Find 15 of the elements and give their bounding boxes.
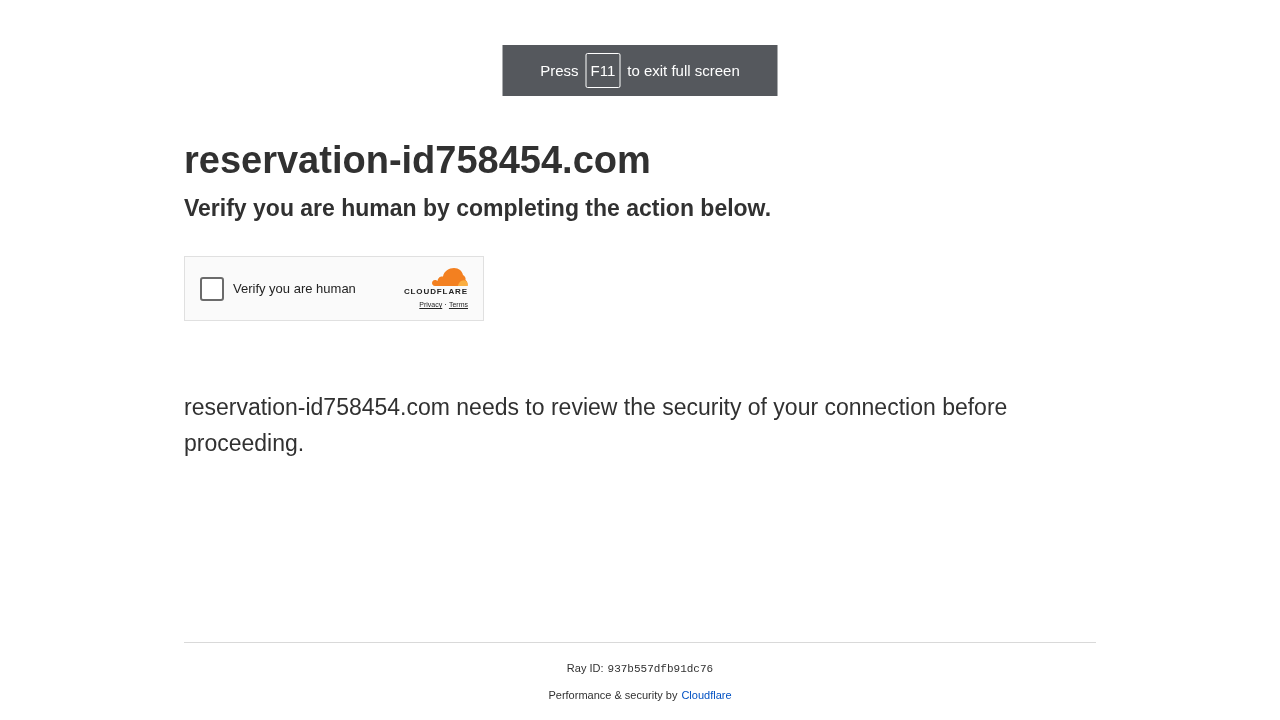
key-label: F11 xyxy=(585,53,621,88)
toast-text: Press xyxy=(540,62,579,79)
ray-id-label: Ray ID: xyxy=(566,661,604,676)
ray-id-value: 937b557dfb91dc76 xyxy=(607,662,714,677)
brand-wordmark: CLOUDFLARE xyxy=(403,287,468,297)
separator-dot: · xyxy=(444,300,447,309)
page-heading: reservation-id758454.com xyxy=(184,138,652,183)
security-message: reservation-id758454.com needs to review the security of your connection before proceeding. xyxy=(184,393,1009,458)
toast-text: to exit full screen xyxy=(627,62,740,79)
checkbox-label: Verify you are human xyxy=(233,281,356,296)
cloud-icon xyxy=(431,268,468,286)
page-subheading: Verify you are human by completing the action below. xyxy=(184,194,773,223)
cloudflare-link[interactable]: Cloudflare xyxy=(681,686,732,704)
credit-text: Performance & security by xyxy=(548,688,678,703)
checkbox[interactable] xyxy=(200,276,224,301)
